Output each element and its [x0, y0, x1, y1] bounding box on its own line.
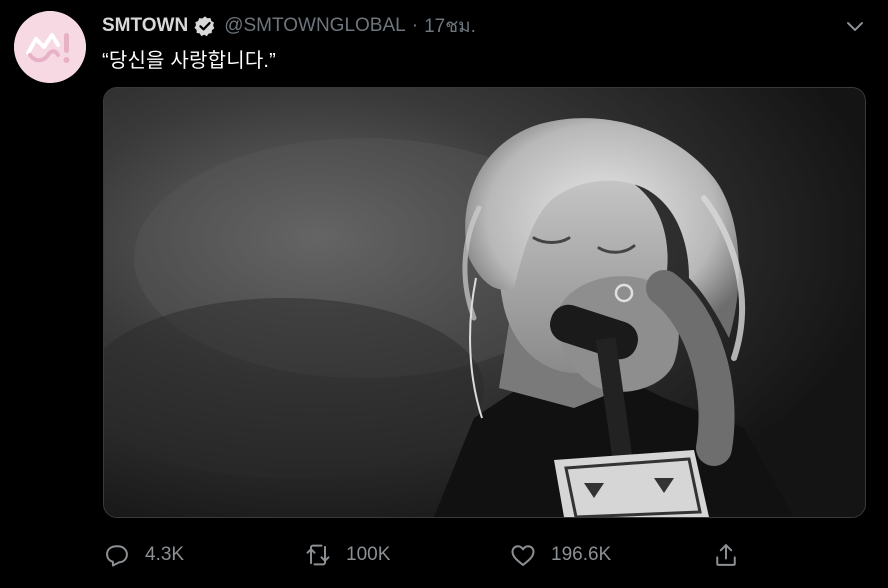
reply-icon [103, 541, 131, 569]
like-count: 196.6K [551, 544, 612, 565]
more-menu-button[interactable] [843, 14, 867, 38]
tweet-timestamp[interactable]: 17ชม. [424, 11, 476, 41]
heart-icon [509, 541, 537, 569]
smtown-logo-icon [14, 11, 86, 83]
chevron-down-icon [847, 22, 863, 31]
reply-button[interactable]: 4.3K [103, 535, 184, 575]
avatar[interactable] [14, 11, 86, 83]
verified-badge-icon [194, 15, 216, 37]
tweet-photo[interactable] [103, 87, 866, 518]
like-button[interactable]: 196.6K [509, 535, 611, 575]
share-icon [712, 541, 740, 569]
author-handle[interactable]: @SMTOWNGLOBAL [224, 15, 406, 37]
concert-photo-image [104, 88, 865, 517]
tweet-text: “당신을 사랑합니다.” [102, 50, 277, 72]
retweet-button[interactable]: 100K [304, 535, 390, 575]
tweet-actions: 4.3K 100K 196.6K [100, 535, 860, 575]
separator-dot: · [411, 15, 419, 36]
retweet-count: 100K [346, 544, 391, 565]
author-name[interactable]: SMTOWN [102, 15, 188, 37]
share-button[interactable] [712, 535, 740, 575]
retweet-icon [304, 541, 332, 569]
reply-count: 4.3K [145, 544, 185, 565]
tweet-header: SMTOWN @SMTOWNGLOBAL · 17ชม. [102, 12, 476, 40]
tweet[interactable]: SMTOWN @SMTOWNGLOBAL · 17ชม. “당신을 사랑합니다.… [0, 0, 888, 588]
